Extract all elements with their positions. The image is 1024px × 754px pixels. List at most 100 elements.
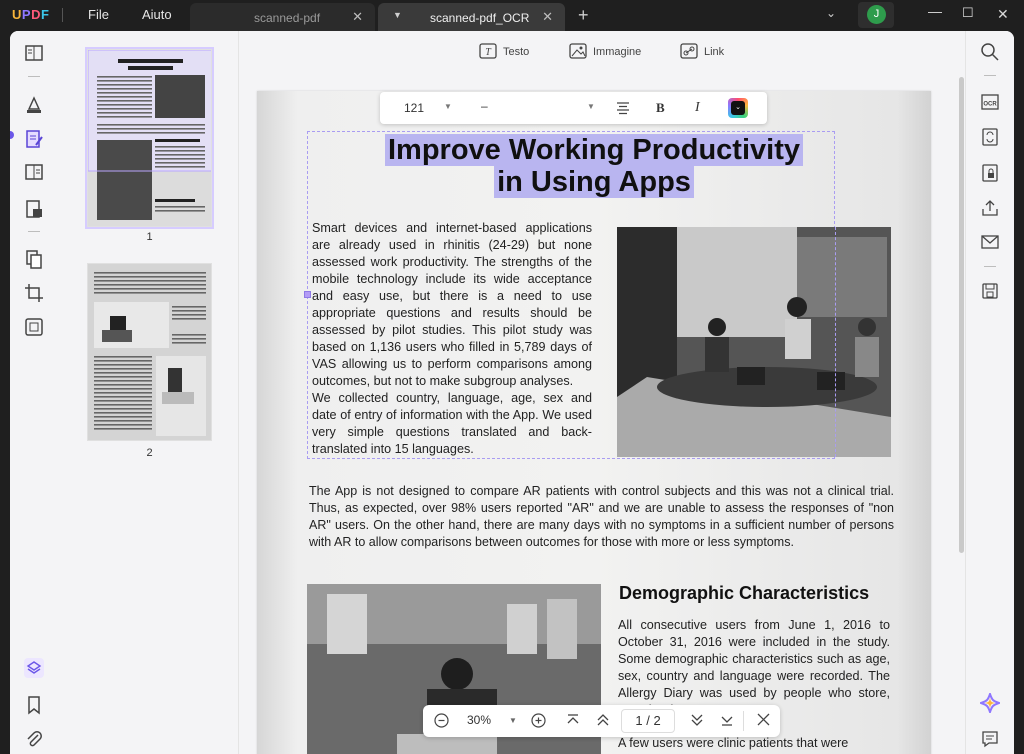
svg-text:OCR: OCR <box>983 102 997 108</box>
share-icon[interactable] <box>980 198 1000 218</box>
tab-label: scanned-pdf_OCR <box>430 11 530 25</box>
total-pages: 2 <box>653 713 661 728</box>
form-icon[interactable] <box>24 162 44 182</box>
right-toolbar: OCR <box>965 31 1014 754</box>
font-family-dropdown-icon[interactable]: ▼ <box>587 102 595 111</box>
font-size-field[interactable]: 121 <box>404 101 424 115</box>
email-icon[interactable] <box>980 232 1000 252</box>
page-navigation-bar: 30% ▼ 1 / 2 <box>423 705 780 737</box>
page-2-preview <box>88 264 211 440</box>
maximize-icon[interactable]: ☐ <box>962 5 974 21</box>
protect-icon[interactable] <box>980 163 1000 183</box>
thumbnail-panel: 1 2 <box>57 31 239 754</box>
left-toolbar <box>10 31 57 754</box>
active-marker <box>10 131 14 139</box>
ocr-icon[interactable]: OCR <box>980 92 1000 112</box>
italic-icon[interactable]: I <box>695 100 700 116</box>
page-separator: / <box>646 713 650 728</box>
comment-icon[interactable] <box>980 729 1000 749</box>
current-page: 1 <box>635 713 643 728</box>
zoom-in-icon[interactable] <box>531 713 546 728</box>
thumbnail-page-number: 1 <box>146 231 153 243</box>
add-tab-icon[interactable]: + <box>578 5 589 26</box>
updf-logo: UPDF <box>12 7 50 22</box>
document-area: T Testo Immagine Link Improve Working Pr… <box>239 31 965 754</box>
paragraph-3[interactable]: The App is not designed to compare AR pa… <box>309 483 894 551</box>
thumbnail-page-1[interactable] <box>85 47 214 229</box>
minimize-icon[interactable]: — <box>928 3 942 19</box>
compress-icon[interactable] <box>24 317 44 337</box>
close-icon[interactable] <box>757 713 770 726</box>
previous-page-icon[interactable] <box>596 713 610 727</box>
tab-label: scanned-pdf <box>254 11 321 25</box>
color-dropdown-icon: ⌄ <box>731 101 745 115</box>
attachment-icon[interactable] <box>24 729 44 749</box>
convert-icon[interactable] <box>980 127 1000 147</box>
zoom-dropdown-icon[interactable]: ▼ <box>509 716 517 725</box>
office-photo[interactable] <box>617 227 891 457</box>
menu-file[interactable]: File <box>88 7 109 22</box>
close-window-icon[interactable]: ✕ <box>997 6 1009 23</box>
close-icon[interactable]: ✕ <box>542 9 553 25</box>
image-icon <box>569 43 587 59</box>
edit-toolbar: T Testo Immagine Link <box>239 31 965 73</box>
save-icon[interactable] <box>980 281 1000 301</box>
font-family-field[interactable]: – <box>481 99 488 113</box>
reader-icon[interactable] <box>24 43 44 63</box>
thumbnail-page-number: 2 <box>146 447 153 459</box>
rail-divider <box>28 76 40 77</box>
sign-icon[interactable] <box>24 199 44 219</box>
text-color-picker[interactable]: ⌄ <box>728 98 748 118</box>
next-page-icon[interactable] <box>690 713 704 727</box>
tab-scanned-pdf-ocr[interactable]: ▼ scanned-pdf_OCR ✕ <box>378 3 565 31</box>
first-page-icon[interactable] <box>566 713 580 727</box>
last-page-icon[interactable] <box>720 713 734 727</box>
zoom-out-icon[interactable] <box>434 713 449 728</box>
caret-down-icon[interactable]: ▼ <box>393 10 402 20</box>
organize-pages-icon[interactable] <box>24 249 44 269</box>
title-separator <box>62 8 63 22</box>
edit-pdf-icon[interactable] <box>24 129 44 149</box>
office-meeting-image <box>617 227 891 457</box>
menu-help[interactable]: Aiuto <box>142 7 172 22</box>
rail-divider <box>984 75 996 76</box>
paragraph-4[interactable]: All consecutive users from June 1, 2016 … <box>618 617 890 719</box>
chevron-down-icon[interactable]: ⌄ <box>826 6 836 20</box>
account-button[interactable]: J <box>858 2 894 28</box>
bold-icon[interactable]: B <box>656 100 665 116</box>
link-icon <box>680 43 698 59</box>
text-icon: T <box>479 43 497 59</box>
crop-icon[interactable] <box>24 283 44 303</box>
search-icon[interactable] <box>980 42 1000 62</box>
section-heading[interactable]: Demographic Characteristics <box>619 583 869 604</box>
image-selection-edge <box>835 227 836 457</box>
text-format-bar: 121 ▼ – ▼ B I ⌄ <box>380 92 767 124</box>
thumbnail-page-2[interactable] <box>87 263 212 441</box>
resize-handle[interactable] <box>304 291 311 298</box>
align-center-icon[interactable] <box>616 101 630 115</box>
layers-icon[interactable] <box>24 658 44 678</box>
paragraph-1[interactable]: Smart devices and internet-based applica… <box>312 220 592 390</box>
highlighter-icon[interactable] <box>24 95 44 115</box>
title-bar: UPDF File Aiuto scanned-pdf ✕ ▼ scanned-… <box>0 0 1024 31</box>
font-size-dropdown-icon[interactable]: ▼ <box>444 102 452 111</box>
svg-text:T: T <box>485 47 492 58</box>
page-number-input[interactable]: 1 / 2 <box>621 709 675 733</box>
paragraph-2[interactable]: We collected country, language, age, sex… <box>312 390 592 458</box>
vertical-scrollbar[interactable] <box>959 77 964 553</box>
bookmark-icon[interactable] <box>24 695 44 715</box>
add-image-label: Immagine <box>593 46 642 58</box>
tab-scanned-pdf[interactable]: scanned-pdf ✕ <box>190 3 375 31</box>
add-link-label: Link <box>704 46 725 58</box>
page-1-preview <box>88 50 211 226</box>
avatar: J <box>867 5 886 24</box>
zoom-level[interactable]: 30% <box>467 713 491 727</box>
add-text-label: Testo <box>503 46 530 58</box>
zoom-bar-divider <box>743 711 744 731</box>
pdf-page: Improve Working Productivity in Using Ap… <box>257 91 931 754</box>
rail-divider <box>28 231 40 232</box>
ai-assistant-icon[interactable] <box>980 693 1000 713</box>
app-window: 1 2 T Testo Immagine Link Improve Workin… <box>10 31 1014 754</box>
close-icon[interactable]: ✕ <box>352 9 363 25</box>
paragraph-5[interactable]: A few users were clinic patients that we… <box>618 735 890 752</box>
